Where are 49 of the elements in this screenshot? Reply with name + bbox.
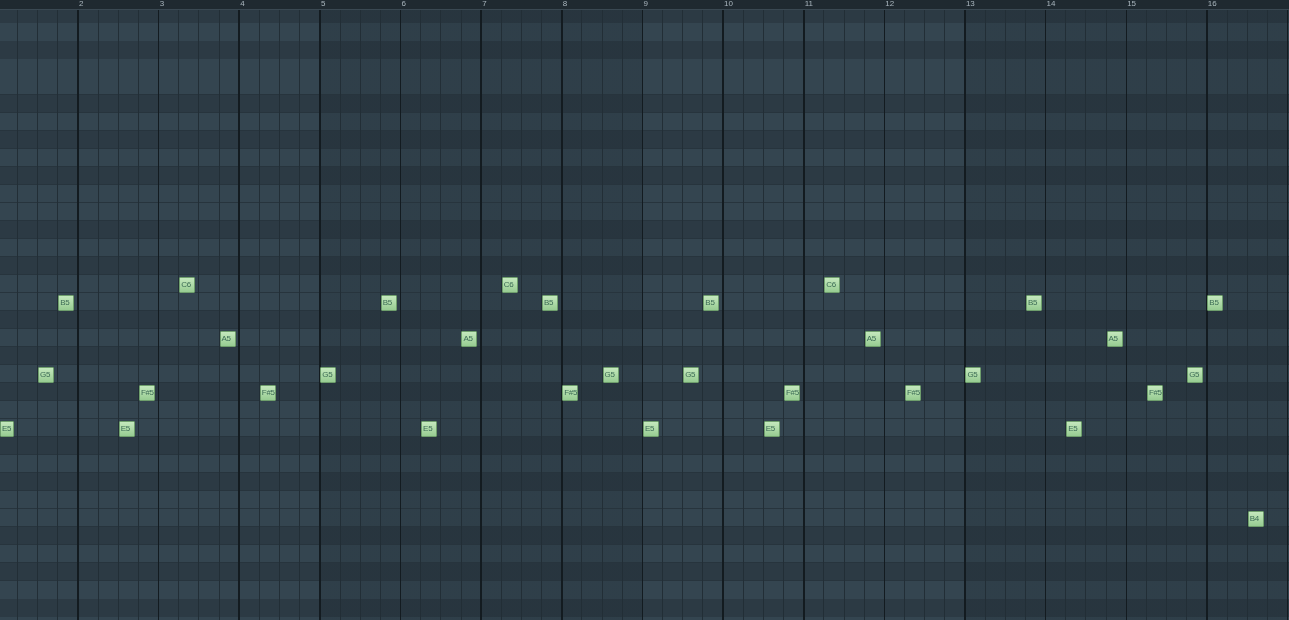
note-block[interactable]: A5 [461,331,478,347]
note-block[interactable]: G5 [965,367,982,383]
note-block[interactable]: C6 [179,277,196,293]
bar-number: 13 [965,0,975,8]
note-block[interactable]: F#5 [784,385,800,401]
bar-number: 8 [562,0,568,8]
note-block[interactable]: A5 [1106,331,1123,347]
bar-number: 15 [1127,0,1137,8]
bar-number: 9 [643,0,648,8]
note-block[interactable]: C6 [501,277,518,293]
note-block[interactable]: A5 [864,331,881,347]
note-block[interactable]: G5 [1187,367,1204,383]
note-block[interactable]: B5 [542,295,559,311]
bar-number: 6 [401,0,406,8]
bar-number: 2 [79,0,84,8]
bar-number: 3 [159,0,165,8]
note-block[interactable]: E5 [1066,421,1083,437]
piano-roll-grid[interactable]: E5 G5 B5 E5 F#5 C6 A5 F#5 G5 B5 E5 A5 C6 B5 F#5 G5 E5 G5 B5 E5 F#5 C6 A5 F#5 G5 B5 E5 A5 F#5 G5 B5 B4 [0,10,1289,620]
bar-number: 14 [1046,0,1056,8]
note-block[interactable]: A5 [219,331,236,347]
note-block[interactable]: G5 [320,367,337,383]
note-block[interactable]: B5 [1207,295,1224,311]
bar-number: 16 [1207,0,1217,8]
note-block[interactable]: F#5 [562,385,579,401]
note-block[interactable]: C6 [824,277,841,293]
note-block[interactable]: E5 [421,421,438,437]
bar-number: 4 [240,0,245,8]
note-block[interactable]: B5 [1025,295,1042,311]
note-block[interactable]: F#5 [904,385,921,401]
bar-number: 7 [482,0,487,8]
bar-number: 12 [885,0,895,8]
note-block[interactable]: E5 [763,421,780,437]
bar-number: 10 [724,0,733,8]
note-block[interactable]: G5 [38,367,55,383]
note-block[interactable]: G5 [602,367,619,383]
note-block[interactable]: B5 [703,295,720,311]
bar-number: 11 [804,0,813,8]
note-block[interactable]: E5 [642,421,659,437]
timeline-ruler[interactable]: 2 3 4 5 6 7 8 9 10 11 12 13 14 15 16 [0,0,1289,10]
note-block[interactable]: E5 [118,421,135,437]
bar-number: 5 [320,0,326,8]
note-block[interactable]: B5 [58,295,75,311]
note-block[interactable]: F#5 [259,385,276,401]
note-block[interactable]: E5 [0,421,14,437]
note-block[interactable]: F#5 [138,385,155,401]
note-block[interactable]: G5 [683,367,700,383]
note-block[interactable]: B4 [1247,511,1264,527]
note-block[interactable]: B5 [380,295,397,311]
note-block[interactable]: F#5 [1146,385,1163,401]
